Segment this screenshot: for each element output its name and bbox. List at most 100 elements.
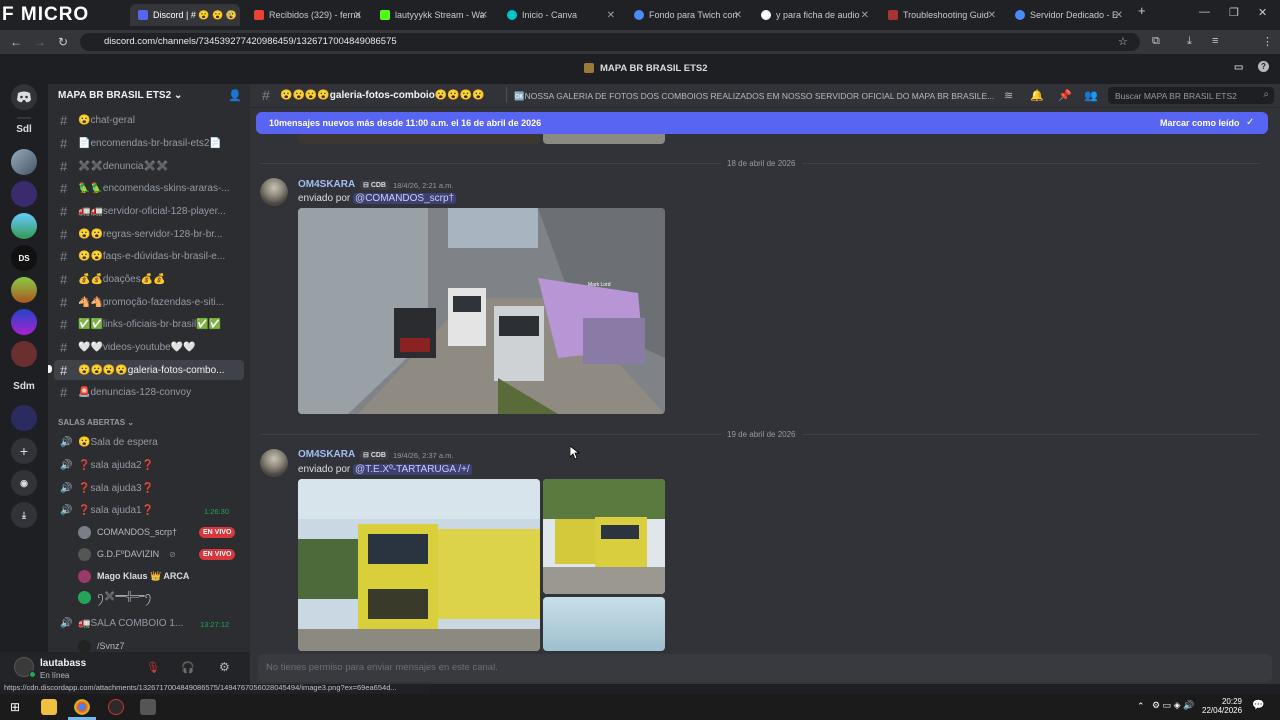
threads-icon[interactable]: ≋ [1004,89,1013,102]
tab-kick[interactable]: lautyyykk Stream - Wa ✕ [372,4,494,26]
chrome-icon[interactable] [74,699,90,715]
channel-links-oficiais[interactable]: # ✅✅links-oficiais-br-brasil✅✅ [54,314,244,334]
channel-denuncia[interactable]: # ✖️✖️denuncia✖️✖️ [54,156,244,176]
reload-icon[interactable]: ↻ [58,35,68,49]
message-image[interactable] [543,134,665,144]
message-image[interactable] [543,479,665,594]
user-mention[interactable]: @T.E.Xº-TARTARUGA /+/ [353,464,472,475]
steam-icon[interactable] [140,699,156,715]
close-icon[interactable]: ✕ [988,10,996,21]
channel-chat-geral[interactable]: # 😮chat-geral [54,110,244,130]
close-icon[interactable]: ✕ [354,10,362,21]
channel-encomendas[interactable]: # 📄encomendas-br-brasil-ets2📄 [54,133,244,153]
close-icon[interactable]: ✕ [734,10,742,21]
tab-gmail[interactable]: Recibidos (329) - ferna ✕ [246,4,368,26]
headphones-icon[interactable]: 🎧 [181,661,195,674]
message-image[interactable] [298,134,540,144]
restore-icon[interactable]: ❐ [1229,6,1239,19]
obs-icon[interactable] [108,699,124,715]
message-image[interactable] [543,597,665,651]
voice-user[interactable]: COMANDOS_scrp† [78,523,177,541]
add-member-icon[interactable]: 👤 [228,89,242,102]
close-icon[interactable]: ✕ [607,10,615,21]
channel-denuncias-convoy[interactable]: # 🚨denuncias-128-convoy [54,382,244,402]
server-ds-icon[interactable]: DS [11,245,37,271]
message-image[interactable]: Mark Lord [298,208,665,414]
voice-user[interactable]: ꪆ✖️━━╬═━ꪆ [78,588,152,606]
tab-twitch[interactable]: Fondo para Twich con ✕ [626,4,748,26]
url-input[interactable]: discord.com/channels/734539277420986459/… [80,33,1140,51]
message-author[interactable]: OM4SKARA [298,449,355,460]
tab-canva[interactable]: Inicio - Canva ✕ [499,4,621,26]
back-icon[interactable]: ← [10,35,22,49]
message-author[interactable]: OM4SKARA [298,179,355,190]
discord-home-icon[interactable] [11,84,37,110]
clock[interactable]: 20:29 22/04/2026 [1202,697,1242,715]
channel-servidor-oficial[interactable]: # 🚛🚛servidor-oficial-128-player... [54,201,244,221]
tab-discord[interactable]: Discord | # 😮 😮 😮 😮 ga✕ [130,4,240,26]
pin-icon[interactable]: 📌 [1058,89,1072,102]
extensions-icon[interactable]: ⧉ [1152,35,1160,48]
close-icon[interactable]: ✕ [226,10,234,21]
bell-icon[interactable]: 🔔 [1030,89,1044,102]
channel-videos-youtube[interactable]: # 🤍🤍videos-youtube🤍🤍 [54,337,244,357]
search-input[interactable]: Buscar MAPA BR BRASIL ETS2 ⌕ [1108,87,1274,104]
bookmark-star-icon[interactable]: ☆ [1118,35,1128,48]
voice-sala-ajuda2[interactable]: 🔊 ❓sala ajuda2❓ [54,455,244,475]
menu-icon[interactable]: ⋮ [1262,35,1273,48]
settings-gear-icon[interactable]: ⚙ [219,660,230,674]
forward-icon[interactable]: → [34,35,46,49]
server-icon[interactable] [11,277,37,303]
tray-icons[interactable]: ⚙ ▭ ◈ 🔊 [1152,700,1194,711]
avatar[interactable] [260,178,288,206]
voice-sala-ajuda3[interactable]: 🔊 ❓sala ajuda3❓ [54,478,244,498]
channel-encomendas-skins[interactable]: # 🦜🦜encomendas-skins-araras-... [54,178,244,198]
channel-topic[interactable]: 🆗NOSSA GALERIA DE FOTOS DOS COMBOIOS REA… [514,91,994,102]
server-sdl[interactable]: Sdl [11,116,37,142]
channel-faqs[interactable]: # 😮😮faqs-e-dúvidas-br-brasil-e... [54,246,244,266]
server-icon[interactable] [11,213,37,239]
minimize-icon[interactable]: — [1199,6,1210,18]
server-sdm[interactable]: Sdm [11,373,37,399]
close-icon[interactable]: ✕ [1115,10,1123,21]
mark-read-button[interactable]: Marcar como leído [1160,118,1240,128]
window-close-icon[interactable]: ✕ [1258,6,1267,19]
discover-icon[interactable]: ◉ [11,470,37,496]
server-icon[interactable] [11,309,37,335]
voice-category-header[interactable]: SALAS ABERTAS ⌄ [58,418,134,427]
notifications-icon[interactable]: 💬 [1252,700,1264,711]
file-explorer-icon[interactable] [41,699,57,715]
channel-galeria-fotos[interactable]: # 😮😮😮😮galeria-fotos-combo... [54,360,244,380]
windows-start-icon[interactable]: ⊞ [10,700,20,714]
server-icon[interactable] [11,181,37,207]
member-list-icon[interactable]: 👥 [1084,89,1098,102]
channel-doacoes[interactable]: # 💰💰doações💰💰 [54,269,244,289]
channel-promocao[interactable]: # 🐴🐴promoção-fazendas-e-siti... [54,292,244,312]
message-image[interactable] [298,479,540,651]
channel-regras[interactable]: # 😮😮regras-servidor-128-br-br... [54,224,244,244]
tab-servidor[interactable]: Servidor Dedicado - E ✕ [1007,4,1129,26]
download-apps-icon[interactable]: ⤓ [11,502,37,528]
tab-troubleshooting[interactable]: Troubleshooting Guid ✕ [880,4,1002,26]
new-messages-bar[interactable]: 10mensajes nuevos más desde 11:00 a.m. e… [256,112,1268,134]
server-icon[interactable] [11,405,37,431]
download-icon[interactable]: ⤓ [1187,35,1192,48]
close-icon[interactable]: ✕ [861,10,869,21]
inbox-icon[interactable]: ▭ [1234,62,1243,73]
server-icon[interactable] [11,341,37,367]
server-icon[interactable] [11,149,37,175]
server-name-header[interactable]: MAPA BR BRASIL ETS2 ⌄ [58,90,182,101]
help-icon[interactable]: ? [1258,61,1269,72]
new-tab-button[interactable]: + [1138,3,1146,18]
voice-user[interactable]: G.D.FºDAVIZIN ⊘ [78,545,176,563]
tab-google[interactable]: y para ficha de audio ✕ [753,4,875,26]
voice-user[interactable]: Mago Klaus 👑 ARCA [78,567,189,585]
user-mention[interactable]: @COMANDOS_scrp† [353,193,457,204]
close-icon[interactable]: ✕ [480,10,488,21]
voice-sala-espera[interactable]: 🔊 😮Sala de espera [54,432,244,452]
tray-chevron-icon[interactable]: ⌃ [1137,701,1145,712]
media-icon[interactable]: ≡ [1212,35,1218,47]
add-server-icon[interactable]: + [11,438,37,464]
avatar[interactable] [260,449,288,477]
mic-muted-icon[interactable]: 🎙 [146,661,160,674]
